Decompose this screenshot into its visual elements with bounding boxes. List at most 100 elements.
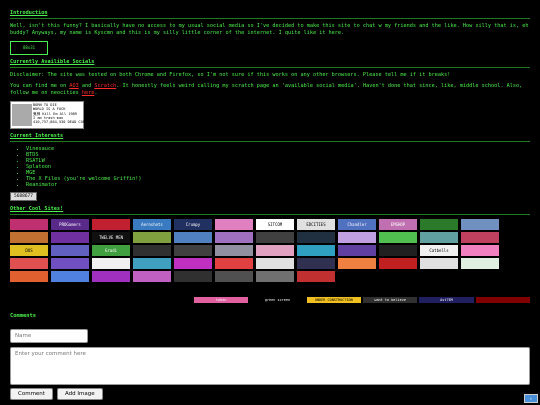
site-button[interactable]: Chandler <box>338 219 376 230</box>
site-button[interactable] <box>297 258 335 269</box>
socials-text: You can find me on AO3 and Scratch. It h… <box>10 83 530 97</box>
site-button[interactable]: SITCOM <box>256 219 294 230</box>
site-button[interactable]: Ast7EM <box>419 297 474 303</box>
site-button[interactable] <box>338 271 376 282</box>
site-button[interactable]: token <box>194 297 249 303</box>
site-button[interactable]: TWELVE MEN <box>92 232 130 243</box>
site-button[interactable] <box>256 245 294 256</box>
site-button[interactable] <box>338 258 376 269</box>
main-content: Introduction Well, isn't this funny? I b… <box>10 10 530 284</box>
scratch-link[interactable]: Scratch <box>94 83 116 89</box>
site-button[interactable] <box>420 219 458 230</box>
divider <box>10 67 530 68</box>
site-button[interactable]: green screen <box>250 297 305 303</box>
site-button[interactable] <box>215 271 253 282</box>
site-button[interactable] <box>174 232 212 243</box>
site-button[interactable] <box>133 232 171 243</box>
site-button[interactable]: Gradi <box>92 245 130 256</box>
site-buttons-grid: PROGamers Aeroshots Crumpy SITCOM EDCITIES Ch… <box>10 219 530 282</box>
site-button[interactable] <box>215 258 253 269</box>
socials-end: . <box>94 90 98 96</box>
site-button[interactable] <box>461 271 499 282</box>
site-button[interactable] <box>338 232 376 243</box>
site-button[interactable]: Aeroshots <box>133 219 171 230</box>
list-item: Reanimator <box>26 182 530 188</box>
site-button[interactable] <box>133 245 171 256</box>
site-button[interactable] <box>420 232 458 243</box>
site-button[interactable] <box>379 232 417 243</box>
site-buttons-strip: token green screen UNDER CONSTRUCTION want … <box>194 297 530 303</box>
site-button[interactable]: EDCITIES <box>297 219 335 230</box>
comment-input[interactable] <box>10 347 530 385</box>
ao3-link[interactable]: AO3 <box>69 83 78 89</box>
site-button[interactable] <box>51 271 89 282</box>
site-button[interactable] <box>420 271 458 282</box>
site-button[interactable] <box>174 271 212 282</box>
stamp-text: BORN TO DIE WORLD IS A FUCK 鬼神 Kill Em A… <box>33 103 88 125</box>
site-button[interactable] <box>379 258 417 269</box>
site-button[interactable] <box>215 219 253 230</box>
site-button[interactable]: DOS <box>10 245 48 256</box>
comments-heading: Comments <box>10 313 36 319</box>
site-button[interactable]: PROGamers <box>51 219 89 230</box>
site-button[interactable] <box>92 219 130 230</box>
site-button[interactable] <box>10 219 48 230</box>
site-button[interactable] <box>174 258 212 269</box>
site-button[interactable]: EMSHOP <box>379 219 417 230</box>
site-button[interactable] <box>420 258 458 269</box>
site-button[interactable] <box>10 271 48 282</box>
sites-heading: Other Cool Sites! <box>10 206 64 212</box>
site-button[interactable]: want to believe <box>362 297 418 303</box>
site-button[interactable] <box>461 219 499 230</box>
comments-section: Comments Comment Add Image <box>10 313 530 400</box>
site-button[interactable] <box>461 258 499 269</box>
site-button[interactable] <box>51 245 89 256</box>
socials-heading: Currently Availible Socials <box>10 59 95 65</box>
socials-and: and <box>78 83 95 89</box>
socials-prefix: You can find me on <box>10 83 70 89</box>
neocities-link[interactable]: here <box>82 90 95 96</box>
site-button[interactable] <box>256 271 294 282</box>
site-button[interactable] <box>379 271 417 282</box>
site-button[interactable] <box>174 245 212 256</box>
site-button[interactable] <box>475 297 530 303</box>
site-badge: 88x31 <box>10 41 48 55</box>
site-button[interactable] <box>10 232 48 243</box>
disclaimer-text: Disclaimer: The site was tested on both … <box>10 72 451 78</box>
comment-button[interactable]: Comment <box>10 388 53 400</box>
site-button[interactable] <box>92 271 130 282</box>
site-button[interactable]: UNDER CONSTRUCTION <box>306 297 361 303</box>
site-button[interactable] <box>461 232 499 243</box>
comment-actions: Comment Add Image <box>10 388 530 400</box>
stamp-image: BORN TO DIE WORLD IS A FUCK 鬼神 Kill Em A… <box>10 101 88 129</box>
name-input[interactable] <box>10 329 88 343</box>
site-button[interactable] <box>461 245 499 256</box>
site-button[interactable]: Crumpy <box>174 219 212 230</box>
site-button[interactable] <box>51 232 89 243</box>
scroll-to-top-icon[interactable]: ↑ <box>524 394 538 403</box>
site-button[interactable] <box>51 258 89 269</box>
site-button[interactable] <box>256 258 294 269</box>
interests-heading: Current Interests <box>10 133 64 139</box>
site-button[interactable] <box>338 245 376 256</box>
interests-list: Vinesauce BTDS RSATLW Splatoon MGE The X… <box>10 146 530 188</box>
site-button[interactable]: Catbells <box>420 245 458 256</box>
add-image-button[interactable]: Add Image <box>56 388 103 400</box>
intro-heading: Introduction <box>10 10 48 16</box>
site-button[interactable] <box>10 258 48 269</box>
hit-counter: 5688677 <box>10 192 37 201</box>
site-button[interactable] <box>256 232 294 243</box>
site-button[interactable] <box>297 245 335 256</box>
site-button[interactable] <box>92 258 130 269</box>
divider <box>10 141 530 142</box>
divider <box>10 18 530 19</box>
site-button[interactable] <box>297 271 335 282</box>
site-button[interactable] <box>379 245 417 256</box>
site-button[interactable] <box>297 232 335 243</box>
site-button[interactable] <box>133 258 171 269</box>
divider <box>10 214 530 215</box>
site-button[interactable] <box>133 271 171 282</box>
site-button[interactable] <box>215 245 253 256</box>
site-button[interactable] <box>215 232 253 243</box>
stamp-picture <box>12 104 32 126</box>
